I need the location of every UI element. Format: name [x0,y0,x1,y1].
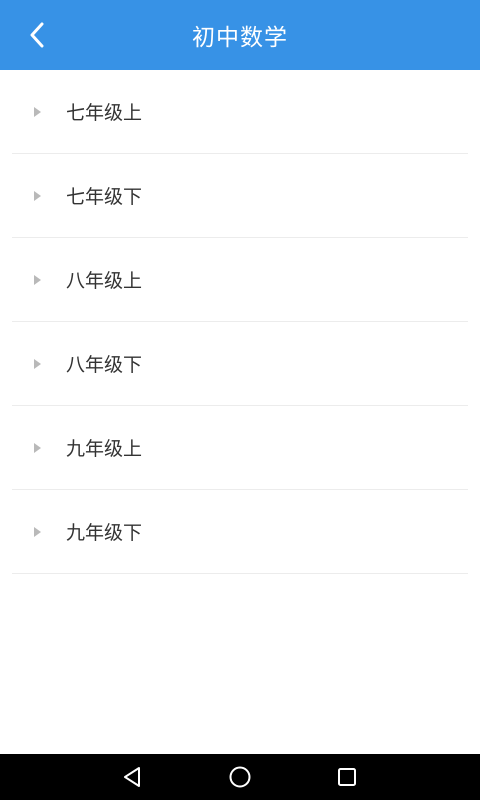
back-chevron-icon [30,22,44,48]
app-screen: 初中数学 七年级上 七年级下 八年级上 八年级下 九年级上 九年级下 [0,0,480,800]
page-title: 初中数学 [192,25,288,51]
list-item[interactable]: 八年级下 [12,322,468,406]
list-item-label: 九年级下 [66,522,143,544]
list-item[interactable]: 八年级上 [12,238,468,322]
caret-right-icon [34,274,41,285]
list-item[interactable]: 七年级上 [12,70,468,154]
circle-home-icon [229,766,251,788]
list-item[interactable]: 七年级下 [12,154,468,238]
list-item[interactable]: 九年级下 [12,490,468,574]
list-item-label: 七年级上 [66,102,143,124]
nav-recent-button[interactable] [317,754,377,800]
triangle-back-icon [124,767,140,787]
list-item[interactable]: 九年级上 [12,406,468,490]
system-nav-bar [0,754,480,800]
grade-list: 七年级上 七年级下 八年级上 八年级下 九年级上 九年级下 [0,70,480,574]
header-bar: 初中数学 [0,0,480,70]
list-item-label: 八年级下 [66,354,143,376]
caret-right-icon [34,526,41,537]
caret-right-icon [34,442,41,453]
list-item-label: 九年级上 [66,438,143,460]
nav-home-button[interactable] [210,754,270,800]
caret-right-icon [34,358,41,369]
caret-right-icon [34,190,41,201]
list-item-label: 七年级下 [66,186,143,208]
square-recent-icon [338,768,356,786]
list-item-label: 八年级上 [66,270,143,292]
back-button[interactable] [12,10,62,60]
nav-back-button[interactable] [103,754,163,800]
caret-right-icon [34,106,41,117]
